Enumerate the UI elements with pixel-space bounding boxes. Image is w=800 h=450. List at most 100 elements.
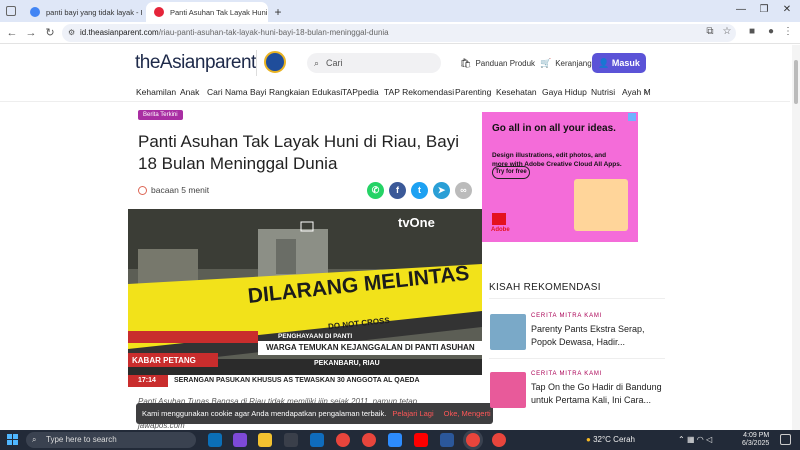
- window-close-button[interactable]: ✕: [777, 4, 797, 15]
- chrome-icon[interactable]: [492, 433, 506, 447]
- copilot-icon[interactable]: [233, 433, 247, 447]
- nav-cari-nama-bayi[interactable]: Cari Nama Bayi: [207, 87, 267, 97]
- maximize-button[interactable]: ❐: [754, 4, 774, 15]
- site-logo[interactable]: theAsianparent: [135, 52, 256, 74]
- recommended-tag: CERITA MITRA KAMI: [531, 371, 603, 377]
- read-time: bacaan 5 menit: [138, 185, 209, 195]
- recommended-item[interactable]: CERITA MITRA KAMI Tap On the Go Hadir di…: [489, 371, 669, 423]
- reload-icon[interactable]: ↻: [43, 26, 57, 40]
- browser-toolbar: ← → ↻ ⚙ id.theasianparent.com/riau-panti…: [0, 22, 800, 44]
- tab-actions-icon[interactable]: [6, 6, 16, 16]
- keranjang-link[interactable]: 🛒 Keranjang: [540, 58, 592, 69]
- masuk-button[interactable]: 👤 Masuk: [592, 53, 646, 73]
- address-bar[interactable]: ⚙ id.theasianparent.com/riau-panti-asuha…: [62, 24, 736, 42]
- scrollbar-thumb[interactable]: [794, 60, 798, 104]
- telegram-share-icon[interactable]: ➤: [433, 182, 450, 199]
- nav-nutrisi[interactable]: Nutrisi: [591, 87, 615, 97]
- tab-title: panti bayi yang tidak layak - Pe: [46, 7, 142, 17]
- masuk-label: Masuk: [611, 58, 640, 68]
- windows-start-icon[interactable]: [7, 434, 19, 446]
- url-domain: id.theasianparent.com: [80, 28, 159, 37]
- nav-tappedia[interactable]: TAPpedia: [342, 87, 379, 97]
- forward-icon[interactable]: →: [24, 26, 38, 40]
- minimize-button[interactable]: —: [731, 4, 751, 15]
- extension-icon[interactable]: ■: [745, 25, 759, 39]
- nav-next-chevron-icon[interactable]: ›: [644, 86, 647, 97]
- category-badge[interactable]: Berita Terkini: [138, 110, 183, 120]
- store-icon[interactable]: [284, 433, 298, 447]
- chevron-up-icon[interactable]: ⌃: [678, 435, 685, 444]
- bag-icon: 🛍: [460, 58, 472, 68]
- taskbar-search-placeholder: Type here to search: [46, 435, 117, 444]
- adobe-logo-icon: [492, 213, 506, 225]
- adobe-ad[interactable]: Go all in on all your ideas. Design illu…: [482, 112, 638, 242]
- volume-icon[interactable]: ◁: [706, 435, 712, 444]
- cart-icon: 🛒: [540, 58, 552, 68]
- system-clock[interactable]: 4:09 PM 6/3/2025: [742, 432, 769, 448]
- cookie-learn-more-link[interactable]: Pelajari Lagi: [392, 409, 433, 418]
- ad-headline: Go all in on all your ideas.: [492, 123, 616, 134]
- cookie-accept-button[interactable]: Oke, Mengerti: [444, 409, 491, 418]
- keranjang-label: Keranjang: [555, 59, 592, 68]
- panduan-produk-link[interactable]: 🛍 Panduan Produk: [460, 58, 535, 69]
- article-video[interactable]: tvOne DILARANG MELINTAS DO NOT CROSS PEN…: [128, 209, 482, 387]
- tab-search[interactable]: panti bayi yang tidak layak - Pe ✕: [22, 2, 142, 22]
- install-app-icon[interactable]: ⧉: [703, 25, 717, 39]
- notifications-icon[interactable]: [780, 434, 791, 445]
- nav-kehamilan[interactable]: Kehamilan: [136, 87, 176, 97]
- video-ticker: SERANGAN PASUKAN KHUSUS AS TEWASKAN 30 A…: [174, 377, 420, 384]
- profile-icon[interactable]: ●: [764, 25, 778, 39]
- zoom-icon[interactable]: [388, 433, 402, 447]
- nav-tap-rekomendasi[interactable]: TAP Rekomendasi: [384, 87, 454, 97]
- outlook-icon[interactable]: [310, 433, 324, 447]
- clock-time: 4:09 PM: [743, 432, 770, 439]
- tray-icons[interactable]: ⌃ ▦ ◠ ◁: [678, 435, 712, 444]
- video-location: PEKANBARU, RIAU: [314, 360, 380, 367]
- user-icon: 👤: [598, 58, 610, 68]
- new-tab-button[interactable]: +: [270, 4, 286, 20]
- chrome-icon[interactable]: [362, 433, 376, 447]
- wifi-icon[interactable]: ◠: [697, 435, 704, 444]
- nav-rangkaian-edukasi[interactable]: Rangkaian Edukasi: [269, 87, 342, 97]
- file-explorer-icon[interactable]: [258, 433, 272, 447]
- recommended-thumbnail: [490, 314, 526, 350]
- facebook-share-icon[interactable]: f: [389, 182, 406, 199]
- search-icon: ⌕: [32, 435, 37, 444]
- cookie-banner: Kami menggunakan cookie agar Anda mendap…: [136, 403, 493, 424]
- search-icon: ⌕: [314, 58, 320, 68]
- sidebar-divider: [489, 298, 665, 299]
- nav-parenting[interactable]: Parenting: [455, 87, 491, 97]
- youtube-icon[interactable]: [414, 433, 428, 447]
- back-icon[interactable]: ←: [5, 26, 19, 40]
- nav-gaya-hidup[interactable]: Gaya Hidup: [542, 87, 587, 97]
- header-divider: [256, 50, 257, 76]
- recommended-thumbnail: [490, 372, 526, 408]
- ad-cta-button[interactable]: Try for free: [492, 166, 530, 179]
- bookmark-star-icon[interactable]: ☆: [720, 25, 734, 39]
- chrome-icon[interactable]: [336, 433, 350, 447]
- panduan-label: Panduan Produk: [475, 59, 536, 68]
- ad-info-icon[interactable]: [628, 113, 636, 121]
- twitter-share-icon[interactable]: t: [411, 182, 428, 199]
- search-input[interactable]: ⌕ Cari: [307, 53, 441, 73]
- ad-brand: Adobe: [491, 227, 510, 233]
- nav-anak[interactable]: Anak: [180, 87, 199, 97]
- nav-kesehatan[interactable]: Kesehatan: [496, 87, 537, 97]
- edge-icon[interactable]: [208, 433, 222, 447]
- recommended-title: Parenty Pants Ekstra Serap, Popok Dewasa…: [531, 324, 645, 347]
- weather-widget[interactable]: ● 32°C Cerah: [586, 435, 635, 444]
- chrome-active-icon[interactable]: [466, 433, 480, 447]
- clock-icon: [138, 185, 147, 195]
- sidebar-divider: [489, 358, 665, 359]
- tab-title: Panti Asuhan Tak Layak Huni di: [170, 7, 268, 17]
- site-info-icon[interactable]: ⚙: [68, 24, 75, 42]
- menu-icon[interactable]: ⋮: [781, 25, 795, 39]
- sidebar-heading: KISAH REKOMENDASI: [489, 282, 601, 293]
- taskbar-search-input[interactable]: ⌕ Type here to search: [26, 432, 196, 448]
- tab-article[interactable]: Panti Asuhan Tak Layak Huni di ✕: [146, 2, 268, 22]
- word-icon[interactable]: [440, 433, 454, 447]
- whatsapp-share-icon[interactable]: ✆: [367, 182, 384, 199]
- lower-third-label: PENGHAYAAN DI PANTI: [278, 333, 353, 340]
- network-icon[interactable]: ▦: [687, 435, 695, 444]
- copy-link-icon[interactable]: ∞: [455, 182, 472, 199]
